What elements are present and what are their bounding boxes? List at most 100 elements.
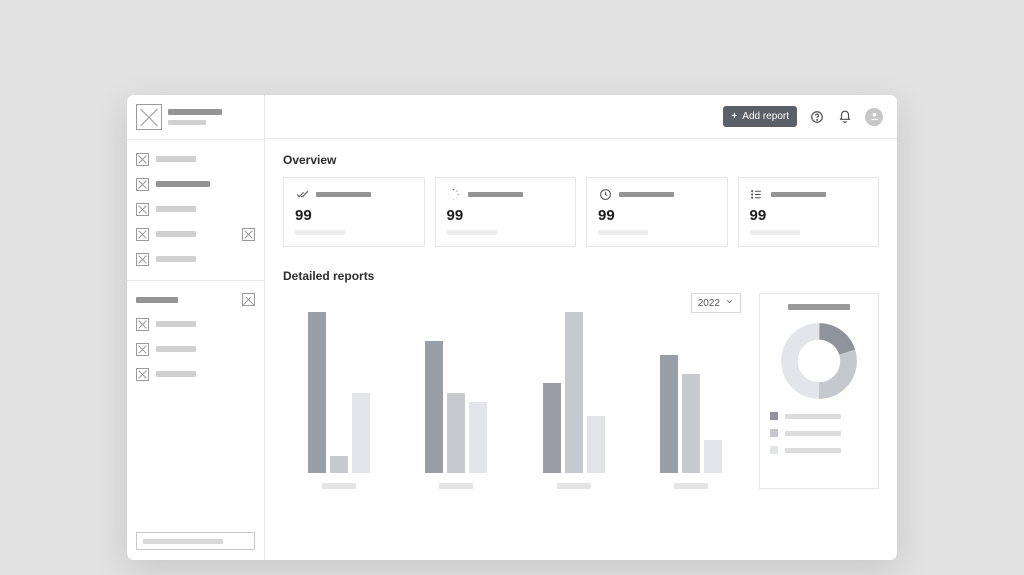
donut-panel bbox=[759, 293, 879, 489]
collapse-icon[interactable] bbox=[242, 293, 255, 306]
nav-item-icon bbox=[136, 203, 149, 216]
card-sublabel bbox=[750, 230, 800, 235]
legend-item bbox=[770, 446, 868, 454]
bar-group bbox=[407, 341, 507, 473]
legend-label bbox=[785, 448, 841, 453]
card-label bbox=[619, 192, 674, 197]
bar-xlabel bbox=[289, 483, 389, 489]
bar-column bbox=[682, 374, 700, 473]
nav-item-badge-icon bbox=[242, 228, 255, 241]
nav-item-icon bbox=[136, 343, 149, 356]
sidebar bbox=[127, 95, 265, 560]
card-value: 99 bbox=[295, 207, 413, 224]
bar-group bbox=[642, 355, 742, 473]
reports-title: Detailed reports bbox=[283, 269, 879, 283]
bar-column bbox=[660, 355, 678, 473]
avatar[interactable] bbox=[865, 108, 883, 126]
bar-column bbox=[587, 416, 605, 473]
search-placeholder bbox=[143, 539, 223, 544]
app-window: + Add report Overview 99 99 bbox=[127, 95, 897, 560]
nav-item-label bbox=[156, 206, 196, 212]
year-select[interactable]: 2022 bbox=[691, 293, 741, 313]
sidebar-item[interactable] bbox=[136, 152, 255, 166]
bar-group bbox=[524, 312, 624, 473]
overview-cards: 99 99 99 99 bbox=[283, 177, 879, 247]
legend-label bbox=[785, 431, 841, 436]
nav-item-icon bbox=[136, 228, 149, 241]
spinner-icon bbox=[447, 187, 461, 201]
sidebar-item[interactable] bbox=[136, 202, 255, 216]
add-report-label: Add report bbox=[742, 111, 789, 122]
sidebar-item[interactable] bbox=[136, 367, 255, 381]
nav-secondary-header[interactable] bbox=[136, 293, 255, 306]
legend-swatch bbox=[770, 446, 778, 454]
legend-swatch bbox=[770, 429, 778, 437]
sidebar-item[interactable] bbox=[136, 227, 255, 241]
nav-item-label bbox=[156, 321, 196, 327]
check-double-icon bbox=[295, 187, 309, 201]
overview-card[interactable]: 99 bbox=[435, 177, 577, 247]
overview-title: Overview bbox=[283, 153, 879, 167]
card-label bbox=[468, 192, 523, 197]
nav-item-label bbox=[156, 346, 196, 352]
bar-chart bbox=[283, 293, 747, 473]
donut-title bbox=[788, 304, 850, 310]
list-icon bbox=[750, 187, 764, 201]
bell-icon[interactable] bbox=[837, 109, 853, 125]
topbar: + Add report bbox=[265, 95, 897, 139]
legend-item bbox=[770, 412, 868, 420]
nav-item-icon bbox=[136, 153, 149, 166]
legend-swatch bbox=[770, 412, 778, 420]
bar-xlabel bbox=[407, 483, 507, 489]
nav-secondary bbox=[127, 280, 264, 387]
bar-xlabel bbox=[642, 483, 742, 489]
donut-legend bbox=[770, 412, 868, 454]
bar-xlabel bbox=[524, 483, 624, 489]
logo-icon bbox=[136, 104, 162, 130]
bar-group bbox=[289, 312, 389, 473]
bar-column bbox=[352, 393, 370, 473]
nav-item-label bbox=[156, 181, 210, 187]
nav-item-icon bbox=[136, 368, 149, 381]
bar-chart-xlabels bbox=[283, 473, 747, 489]
card-label bbox=[771, 192, 826, 197]
card-label bbox=[316, 192, 371, 197]
add-report-button[interactable]: + Add report bbox=[723, 106, 797, 127]
bar-column bbox=[330, 456, 348, 473]
donut-chart bbox=[780, 322, 858, 400]
nav-secondary-title bbox=[136, 297, 178, 303]
reports-row: 2022 bbox=[283, 293, 879, 489]
main: + Add report Overview 99 99 bbox=[265, 95, 897, 560]
bar-column bbox=[425, 341, 443, 473]
legend-label bbox=[785, 414, 841, 419]
nav-item-icon bbox=[136, 318, 149, 331]
sidebar-item[interactable] bbox=[136, 252, 255, 266]
overview-card[interactable]: 99 bbox=[283, 177, 425, 247]
sidebar-item[interactable] bbox=[136, 317, 255, 331]
bar-column bbox=[308, 312, 326, 473]
chevron-down-icon bbox=[725, 297, 734, 309]
bar-column bbox=[469, 402, 487, 473]
card-sublabel bbox=[295, 230, 345, 235]
legend-item bbox=[770, 429, 868, 437]
nav-item-icon bbox=[136, 178, 149, 191]
content: Overview 99 99 99 99 Detailed reports 20… bbox=[265, 139, 897, 503]
card-sublabel bbox=[598, 230, 648, 235]
overview-card[interactable]: 99 bbox=[738, 177, 880, 247]
brand[interactable] bbox=[127, 95, 264, 140]
nav-item-label bbox=[156, 231, 196, 237]
help-icon[interactable] bbox=[809, 109, 825, 125]
search-input[interactable] bbox=[136, 532, 255, 550]
card-value: 99 bbox=[447, 207, 565, 224]
card-value: 99 bbox=[750, 207, 868, 224]
overview-card[interactable]: 99 bbox=[586, 177, 728, 247]
bar-column bbox=[704, 440, 722, 473]
nav-item-label bbox=[156, 256, 196, 262]
nav-item-label bbox=[156, 371, 196, 377]
bar-chart-panel: 2022 bbox=[283, 293, 747, 489]
bar-column bbox=[565, 312, 583, 473]
sidebar-item[interactable] bbox=[136, 177, 255, 191]
sidebar-item[interactable] bbox=[136, 342, 255, 356]
plus-icon: + bbox=[731, 111, 737, 122]
nav-primary bbox=[127, 140, 264, 272]
